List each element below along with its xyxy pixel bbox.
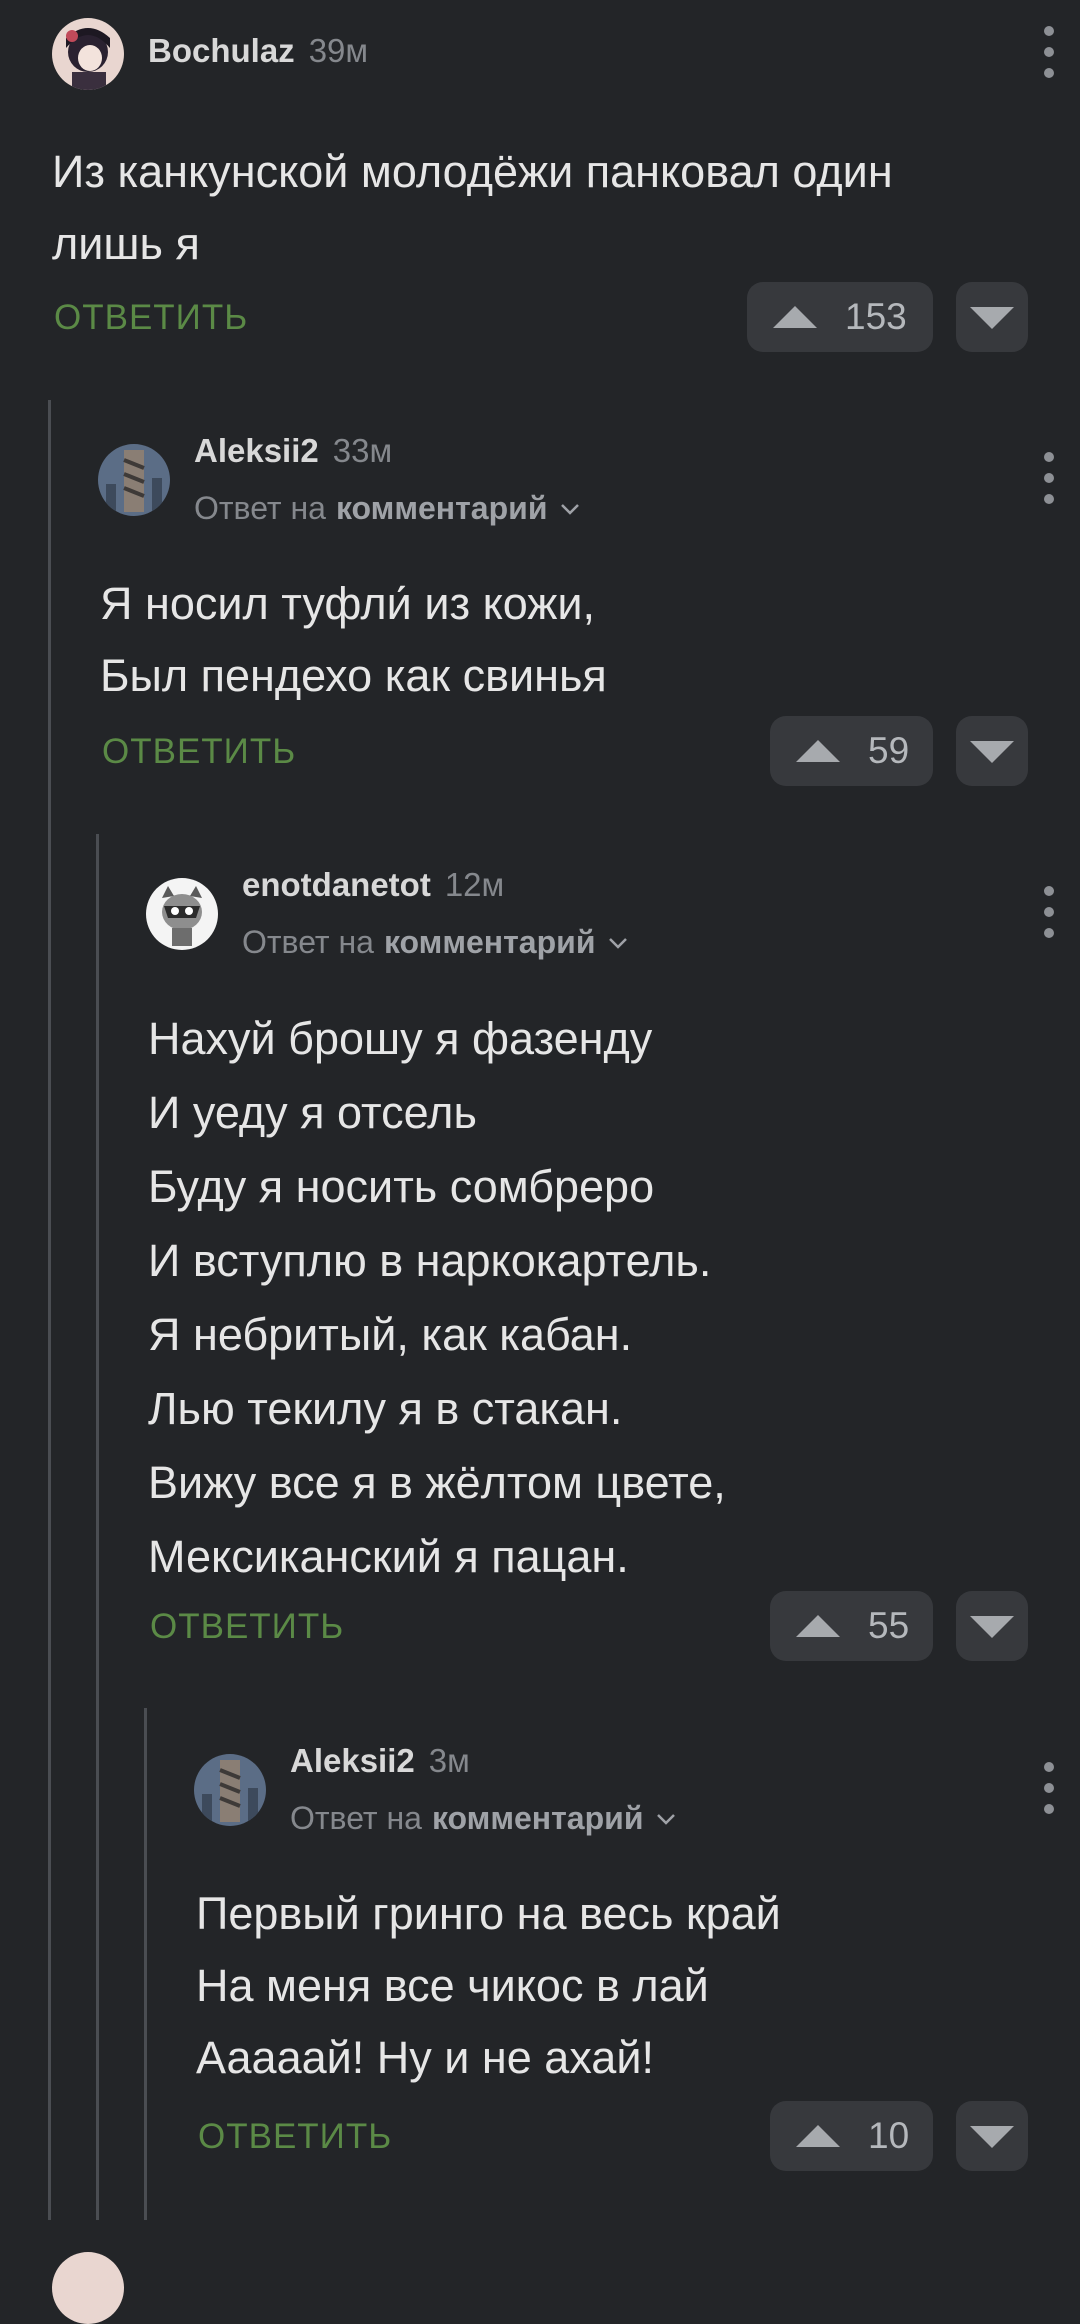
thread-line-level-1 [48,400,51,2220]
vote-count: 59 [868,730,910,771]
comment-body: Из канкунской молодёжи панковал один лиш… [52,146,893,269]
timestamp: 3м [428,1742,470,1779]
more-options-icon[interactable] [1024,1758,1074,1818]
upvote-button[interactable]: 10 [770,2101,933,2171]
downvote-icon [970,1616,1014,1638]
reply-button[interactable]: ОТВЕТИТЬ [150,1607,344,1647]
username[interactable]: Aleksii2 [290,1742,415,1780]
avatar[interactable] [146,878,218,950]
upvote-icon [796,1615,840,1637]
downvote-button[interactable] [956,2101,1028,2171]
username[interactable]: enotdanetot [242,866,431,904]
downvote-button[interactable] [956,282,1028,352]
vote-count: 10 [868,2115,910,2156]
upvote-button[interactable]: 153 [747,282,933,352]
downvote-icon [970,2126,1014,2148]
comment-body: Нахуй брошу я фазенду И уеду я отсель Бу… [148,1013,726,1582]
downvote-icon [970,307,1014,329]
reply-to-link[interactable]: Ответ на комментарий [242,924,631,961]
upvote-icon [773,306,817,328]
username[interactable]: Aleksii2 [194,432,319,470]
more-options-icon[interactable] [1024,448,1074,508]
reply-to-link[interactable]: Ответ на комментарий [290,1800,679,1837]
avatar[interactable] [98,444,170,516]
chevron-down-icon [609,937,628,949]
more-options-icon[interactable] [1024,22,1074,82]
reply-button[interactable]: ОТВЕТИТЬ [198,2117,392,2157]
upvote-button[interactable]: 55 [770,1591,933,1661]
upvote-button[interactable]: 59 [770,716,933,786]
reply-button[interactable]: ОТВЕТИТЬ [102,732,296,772]
thread-line-level-3 [144,1708,147,2220]
timestamp: 39м [308,32,369,69]
avatar[interactable] [52,18,124,90]
chevron-down-icon [657,1813,676,1825]
upvote-icon [796,740,840,762]
thread-line-level-2 [96,834,99,2220]
vote-count: 153 [845,296,907,337]
chevron-down-icon [561,503,580,515]
downvote-button[interactable] [956,1591,1028,1661]
avatar[interactable] [194,1754,266,1826]
downvote-button[interactable] [956,716,1028,786]
reply-button[interactable]: ОТВЕТИТЬ [54,298,248,338]
more-options-icon[interactable] [1024,882,1074,942]
vote-count: 55 [868,1605,910,1646]
timestamp: 12м [444,866,505,903]
username[interactable]: Bochulaz [148,32,295,70]
reply-to-link[interactable]: Ответ на комментарий [194,490,583,527]
comment-body: Первый гринго на весь край На меня все ч… [196,1888,781,2083]
timestamp: 33м [332,432,393,469]
downvote-icon [970,741,1014,763]
avatar[interactable] [52,2252,124,2324]
upvote-icon [796,2125,840,2147]
comment-body: Я носил туфли́ из кожи, Был пендехо как … [100,578,607,701]
